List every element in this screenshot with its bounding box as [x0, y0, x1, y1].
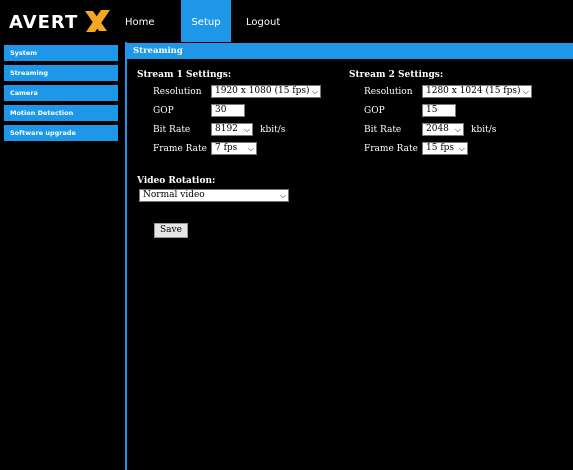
stream1-title: Stream 1 Settings: — [137, 70, 232, 80]
video-rotation-title: Video Rotation: — [137, 176, 216, 186]
stream2-framerate-label: Frame Rate — [364, 144, 418, 154]
stream1-framerate-value: 7 fps — [215, 143, 238, 153]
main-panel: Streaming Stream 1 Settings: Resolution … — [125, 42, 573, 470]
stream1-bitrate-select[interactable]: 8192 ⌵ — [211, 123, 253, 136]
sidebar-item-system[interactable]: System — [4, 45, 118, 61]
page-title: Streaming — [127, 43, 573, 59]
stream1-gop-input[interactable]: 30 — [211, 104, 245, 117]
stream2-bitrate-unit: kbit/s — [471, 125, 497, 135]
chevron-down-icon: ⌵ — [311, 87, 318, 96]
stream2-title: Stream 2 Settings: — [349, 70, 444, 80]
stream1-framerate-select[interactable]: 7 fps ⌵ — [211, 142, 257, 155]
chevron-down-icon: ⌵ — [279, 191, 286, 200]
stream1-resolution-select[interactable]: 1920 x 1080 (15 fps) ⌵ — [211, 85, 321, 98]
app-window: AVERT Home Setup Logout System Streaming… — [0, 0, 573, 470]
stream2-framerate-value: 15 fps — [426, 143, 455, 153]
stream2-bitrate-value: 2048 — [426, 124, 449, 134]
stream2-resolution-value: 1280 x 1024 (15 fps) — [426, 86, 521, 96]
sidebar-item-software-upgrade[interactable]: Software upgrade — [4, 125, 118, 141]
stream2-resolution-select[interactable]: 1280 x 1024 (15 fps) ⌵ — [422, 85, 532, 98]
chevron-down-icon: ⌵ — [458, 144, 465, 153]
save-button[interactable]: Save — [154, 223, 188, 238]
nav-logout-link[interactable]: Logout — [246, 0, 286, 42]
sidebar-item-streaming[interactable]: Streaming — [4, 65, 118, 81]
stream1-bitrate-label: Bit Rate — [153, 125, 191, 135]
stream1-resolution-value: 1920 x 1080 (15 fps) — [215, 86, 310, 96]
top-bar: AVERT Home Setup Logout — [0, 0, 573, 42]
chevron-down-icon: ⌵ — [243, 125, 250, 134]
stream2-bitrate-label: Bit Rate — [364, 125, 402, 135]
stream2-gop-label: GOP — [364, 106, 385, 116]
stream2-gop-input[interactable]: 15 — [422, 104, 456, 117]
svg-text:AVERT: AVERT — [9, 12, 78, 33]
sidebar: System Streaming Camera Motion Detection… — [0, 42, 122, 470]
stream2-bitrate-select[interactable]: 2048 ⌵ — [422, 123, 464, 136]
stream2-resolution-label: Resolution — [364, 87, 413, 97]
video-rotation-select[interactable]: Normal video ⌵ — [139, 189, 289, 202]
sidebar-item-camera[interactable]: Camera — [4, 85, 118, 101]
stream1-framerate-label: Frame Rate — [153, 144, 207, 154]
nav-setup-tab[interactable]: Setup — [181, 0, 231, 42]
chevron-down-icon: ⌵ — [522, 87, 529, 96]
video-rotation-value: Normal video — [143, 190, 205, 200]
sidebar-item-motion-detection[interactable]: Motion Detection — [4, 105, 118, 121]
stream1-gop-label: GOP — [153, 106, 174, 116]
stream2-framerate-select[interactable]: 15 fps ⌵ — [422, 142, 468, 155]
nav-home-link[interactable]: Home — [125, 0, 165, 42]
chevron-down-icon: ⌵ — [247, 144, 254, 153]
stream1-bitrate-unit: kbit/s — [260, 125, 286, 135]
stream1-bitrate-value: 8192 — [215, 124, 238, 134]
avertx-logo: AVERT — [9, 10, 110, 33]
chevron-down-icon: ⌵ — [454, 125, 461, 134]
stream1-resolution-label: Resolution — [153, 87, 202, 97]
